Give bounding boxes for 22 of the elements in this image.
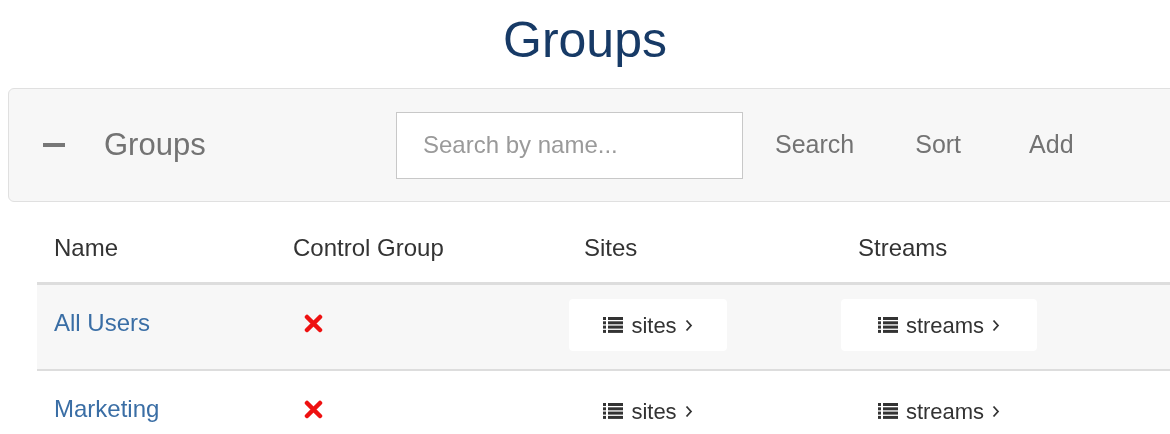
action-button[interactable]: Search <box>775 126 855 164</box>
chevron-icon <box>992 318 1001 332</box>
search-field[interactable]: Search by name... <box>396 111 743 179</box>
column-header: Control Group <box>293 233 444 261</box>
list-icon <box>603 403 624 419</box>
list-icon <box>603 317 624 333</box>
chevron-icon <box>992 404 1001 418</box>
group-link[interactable]: All Users <box>54 309 150 336</box>
action-button[interactable]: Add <box>1029 126 1074 164</box>
column-header: Streams <box>858 233 948 261</box>
chevron-icon <box>684 404 693 418</box>
page-title: Groups <box>502 11 668 70</box>
column-header: Sites <box>584 233 638 261</box>
list-icon <box>877 317 898 333</box>
chevron-icon <box>684 318 693 332</box>
group-link[interactable]: Marketing <box>54 395 160 422</box>
sites-button[interactable]: sites <box>569 299 727 351</box>
streams-button[interactable]: streams <box>841 299 1037 351</box>
list-icon <box>877 403 898 419</box>
panel-title: Groups <box>104 125 207 164</box>
action-button[interactable]: Sort <box>915 126 962 164</box>
column-header: Name <box>54 233 119 261</box>
